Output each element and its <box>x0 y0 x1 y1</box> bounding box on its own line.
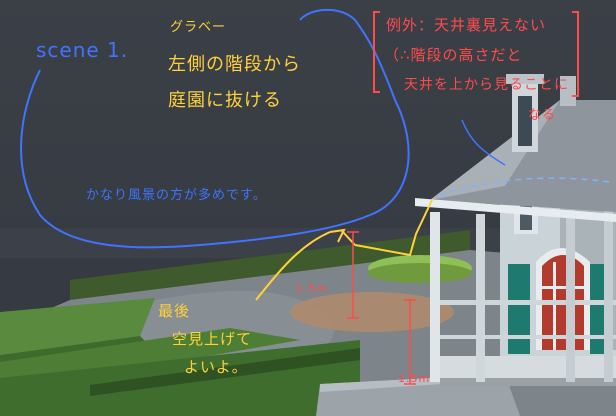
column-3 <box>566 210 575 382</box>
dirt-circle <box>290 292 454 332</box>
3d-viewport[interactable]: scene 1. グラベー 左側の階段から 庭園に抜ける かなり風景の方が多めで… <box>0 0 616 416</box>
gazebo-base <box>440 356 616 380</box>
gazebo-railing <box>430 300 616 305</box>
shutter-left <box>508 264 530 354</box>
chimney-2 <box>560 76 576 106</box>
scene-render <box>0 0 616 416</box>
grass-circle-side <box>368 263 472 283</box>
column-4 <box>604 208 613 382</box>
column-2 <box>476 214 485 382</box>
column-1 <box>430 212 440 382</box>
